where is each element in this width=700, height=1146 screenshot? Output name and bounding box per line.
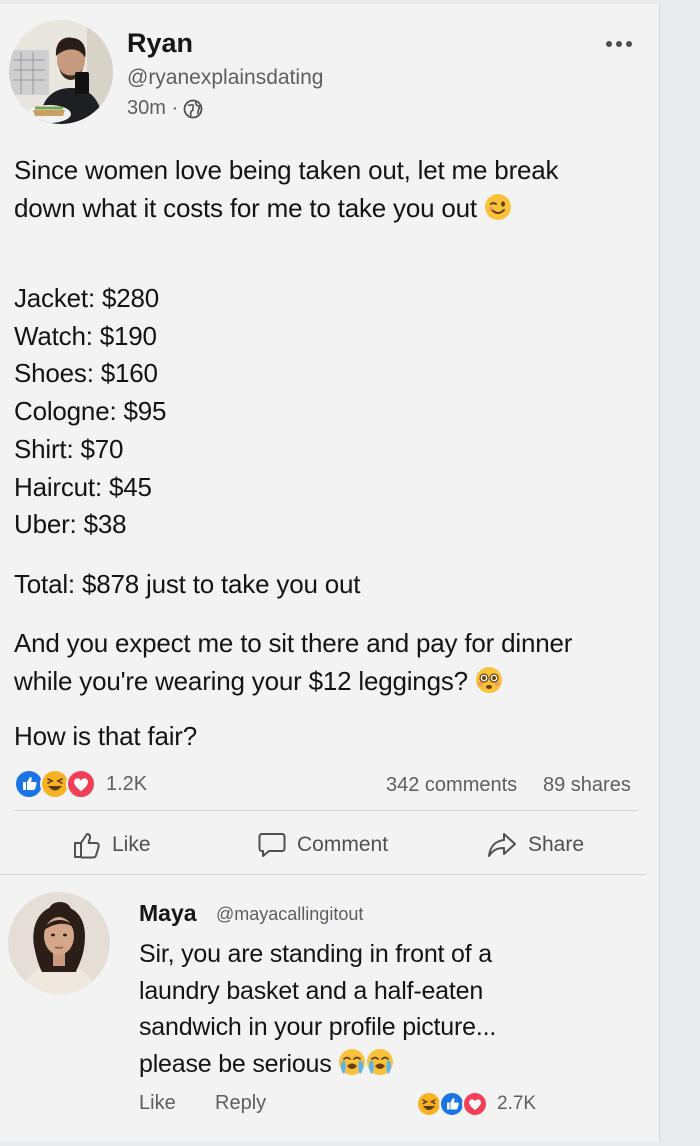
love-reaction-icon (462, 1091, 488, 1117)
reaction-icons (14, 769, 96, 799)
ryan-avatar-image (9, 20, 113, 124)
speech-bubble-icon (258, 833, 286, 857)
flushed-face-emoji-icon (475, 666, 502, 693)
like-reaction-icon (439, 1091, 465, 1117)
post-time[interactable]: 30m · (127, 97, 178, 120)
cost-item: Jacket: $280 (14, 283, 160, 313)
total-line: Total: $878 just to take you out (14, 569, 361, 599)
dot (606, 41, 612, 47)
dot (626, 41, 632, 47)
share-arrow-icon (488, 833, 516, 857)
globe-icon (183, 99, 203, 118)
comment-reply-button[interactable]: Reply (215, 1092, 266, 1115)
reaction-count: 1.2K (106, 772, 148, 795)
comment-author-avatar[interactable] (8, 892, 110, 994)
comment-author-handle[interactable]: @mayacallingitout (216, 904, 363, 925)
cost-list: Jacket: $280 Watch: $190 Shoes: $160 Col… (14, 280, 166, 544)
cost-item: Cologne: $95 (14, 396, 167, 427)
comments-count[interactable]: 342 comments (386, 774, 517, 797)
divider (14, 810, 638, 811)
cost-item: Uber: $38 (14, 509, 127, 540)
post-reactions[interactable]: 1.2K (14, 768, 147, 800)
divider (0, 874, 646, 875)
comment-body: Sir, you are standing in front of a laun… (139, 936, 539, 1082)
post-card: Ryan @ryanexplainsdating 30m · Since wom… (0, 4, 660, 1142)
post-meta: 30m · (127, 97, 203, 120)
comment-text: Sir, you are standing in front of a laun… (139, 940, 497, 1078)
shares-count[interactable]: 89 shares (543, 774, 631, 797)
winking-face-emoji-icon (484, 193, 511, 220)
post-intro-text: Since women love being taken out, let me… (14, 155, 559, 223)
comment-author-name[interactable]: Maya (139, 900, 197, 927)
maya-avatar-image (8, 892, 110, 994)
cost-item: Shirt: $70 (14, 433, 124, 464)
post-author-avatar[interactable] (9, 20, 113, 124)
haha-reaction-icon (40, 769, 70, 799)
cost-item: Haircut: $45 (14, 471, 152, 502)
comment-button[interactable]: Comment (257, 824, 388, 866)
cost-item: Shoes: $160 (14, 358, 158, 389)
like-label: Like (112, 833, 151, 856)
comment-like-button[interactable]: Like (139, 1092, 176, 1115)
cost-item: Watch: $190 (14, 320, 157, 351)
comment-label: Comment (297, 833, 389, 856)
post-question: How is that fair? (14, 721, 198, 751)
thumbs-up-icon (74, 833, 100, 859)
share-button[interactable]: Share (486, 824, 584, 866)
post-complaint-paragraph: And you expect me to sit there and pay f… (14, 625, 614, 700)
post-author-handle[interactable]: @ryanexplainsdating (127, 66, 323, 90)
comment-reactions[interactable]: 2.7K (416, 1090, 536, 1118)
comment-reaction-count: 2.7K (497, 1093, 537, 1114)
post-intro-paragraph: Since women love being taken out, let me… (14, 152, 574, 227)
post-author-name[interactable]: Ryan (127, 28, 193, 59)
like-reaction-icon (14, 769, 44, 799)
haha-reaction-icon (416, 1091, 442, 1117)
love-reaction-icon (66, 769, 96, 799)
crying-face-emoji-icon (339, 1048, 394, 1075)
dot (616, 41, 622, 47)
comment-reaction-icons (416, 1091, 488, 1117)
share-label: Share (528, 833, 585, 856)
more-options-button[interactable] (595, 22, 643, 66)
like-button[interactable]: Like (72, 824, 151, 866)
